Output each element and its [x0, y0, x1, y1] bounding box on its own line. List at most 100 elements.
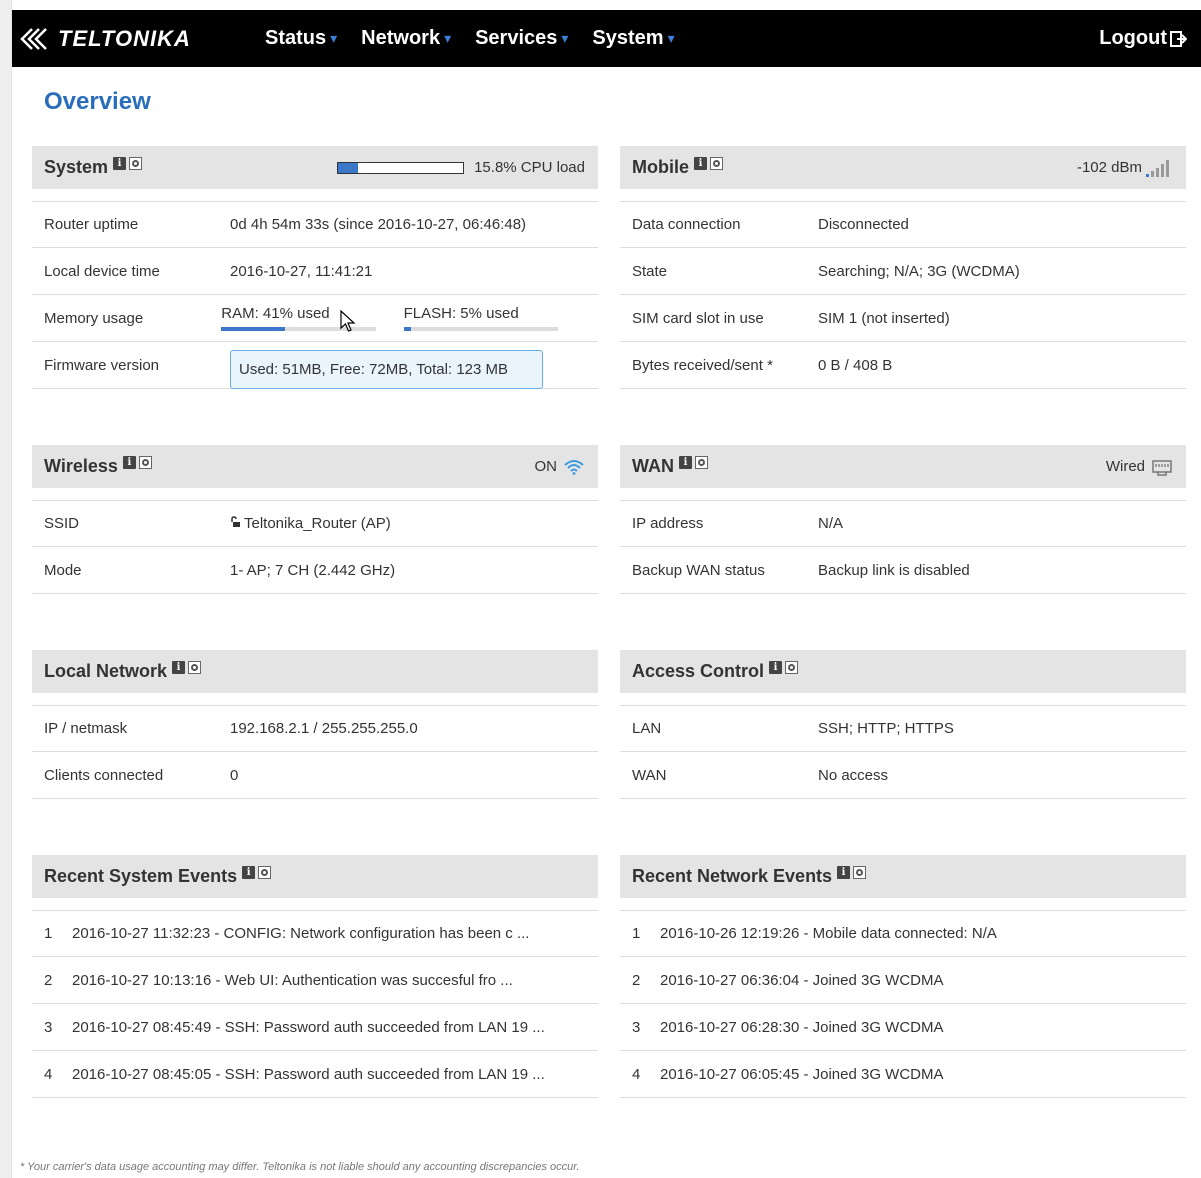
wireless-status-text: ON	[534, 458, 558, 475]
table-row: Bytes received/sent * 0 B / 408 B	[620, 342, 1186, 389]
network-events-panel-header: Recent Network Events i	[620, 855, 1186, 898]
wireless-status: ON	[535, 445, 586, 488]
chevron-down-icon: ▾	[444, 30, 452, 46]
info-icon[interactable]: i	[679, 456, 692, 469]
table-row: SSID Teltonika_Router (AP)	[32, 500, 598, 547]
system-panel-title: System	[44, 157, 109, 177]
row-label: WAN	[632, 766, 667, 784]
wireless-panel-header: Wireless i ON	[32, 445, 598, 488]
event-text: 2016-10-27 08:45:49 - SSH: Password auth…	[72, 1018, 545, 1036]
cpu-load-fill	[338, 162, 358, 173]
row-label: IP address	[632, 515, 704, 532]
brand-logo[interactable]: TELTONIKA	[20, 24, 191, 54]
list-item: 4 2016-10-27 06:05:45 - Joined 3G WCDMA	[620, 1051, 1186, 1098]
row-value: 2016-10-27, 11:41:21	[230, 262, 373, 280]
row-value: No access	[818, 766, 889, 784]
gear-icon[interactable]	[129, 157, 143, 170]
event-number: 4	[44, 1065, 53, 1083]
main-menu: Status ▾ Network ▾ Services ▾ System ▾	[265, 10, 699, 67]
memory-tooltip: Used: 51MB, Free: 72MB, Total: 123 MB	[230, 350, 543, 389]
table-row: IP / netmask 192.168.2.1 / 255.255.255.0	[32, 705, 598, 752]
info-icon[interactable]: i	[113, 157, 127, 170]
row-value: 192.168.2.1 / 255.255.255.0	[230, 720, 418, 737]
chevron-down-icon: ▾	[667, 30, 675, 46]
ssid-value: Teltonika_Router (AP)	[244, 515, 391, 532]
wan-status: Wired	[1106, 445, 1173, 488]
signal-strength-text: -102 dBm	[1076, 159, 1142, 176]
row-label: Clients connected	[44, 766, 164, 784]
nav-system-label: System	[592, 27, 664, 49]
event-text: 2016-10-27 06:36:04 - Joined 3G WCDMA	[660, 971, 944, 989]
nav-services[interactable]: Services ▾	[475, 10, 568, 67]
event-text: 2016-10-27 10:13:16 - Web UI: Authentica…	[72, 971, 513, 989]
row-label: Data connection	[632, 216, 741, 233]
nav-network-label: Network	[361, 27, 441, 49]
event-number: 3	[632, 1018, 641, 1036]
gear-icon[interactable]	[785, 661, 799, 674]
gear-icon[interactable]	[853, 866, 867, 879]
table-row: WAN No access	[620, 752, 1186, 799]
wan-panel-header: WAN i Wired	[620, 445, 1186, 488]
table-row: Memory usage RAM: 41% used FLASH: 5% use…	[32, 295, 598, 342]
gear-icon[interactable]	[138, 456, 152, 469]
info-icon[interactable]: i	[172, 661, 186, 674]
row-value: 1- AP; 7 CH (2.442 GHz)	[230, 561, 396, 579]
nav-status-label: Status	[265, 27, 327, 49]
row-label: Router uptime	[44, 216, 139, 233]
info-icon[interactable]: i	[122, 456, 136, 469]
gear-icon[interactable]	[695, 456, 708, 469]
row-value: 0d 4h 54m 33s (since 2016-10-27, 06:46:4…	[230, 216, 527, 233]
chevron-down-icon: ▾	[330, 30, 338, 46]
event-number: 2	[632, 971, 641, 989]
table-row: Router uptime 0d 4h 54m 33s (since 2016-1…	[32, 201, 598, 248]
wireless-panel-title: Wireless	[44, 456, 118, 476]
wan-panel-title: WAN	[632, 456, 674, 476]
network-events-panel-title: Recent Network Events	[632, 866, 833, 886]
event-number: 3	[44, 1018, 53, 1036]
list-item: 2 2016-10-27 10:13:16 - Web UI: Authentic…	[32, 957, 598, 1004]
wan-status-text: Wired	[1105, 458, 1145, 475]
ethernet-port-icon	[1152, 459, 1172, 476]
row-value: Disconnected	[818, 216, 909, 233]
gear-icon[interactable]	[710, 157, 723, 170]
table-row: Local device time 2016-10-27, 11:41:21	[32, 248, 598, 295]
list-item: 2 2016-10-27 06:36:04 - Joined 3G WCDMA	[620, 957, 1186, 1004]
nav-system[interactable]: System ▾	[592, 10, 674, 67]
access-control-panel: Access Control i LAN SSH; HTTP; HTTPS WAN…	[620, 650, 1186, 799]
gear-icon[interactable]	[258, 866, 272, 879]
row-label: LAN	[632, 720, 662, 737]
info-icon[interactable]: i	[242, 866, 256, 879]
teltonika-mark-icon	[20, 28, 47, 50]
row-label: SSID	[44, 515, 80, 532]
wifi-icon	[564, 459, 584, 475]
gear-icon[interactable]	[188, 661, 202, 674]
row-label: State	[632, 262, 668, 280]
system-events-panel-header: Recent System Events i	[32, 855, 598, 898]
info-icon[interactable]: i	[694, 157, 707, 170]
info-icon[interactable]: i	[837, 866, 851, 879]
local-network-panel-title: Local Network	[44, 661, 168, 681]
info-icon[interactable]: i	[769, 661, 783, 674]
row-label: Firmware version	[44, 356, 160, 374]
flash-usage-bar	[403, 327, 558, 331]
logout-button[interactable]: Logout	[1099, 10, 1187, 67]
nav-network[interactable]: Network ▾	[361, 10, 451, 67]
event-number: 4	[632, 1065, 641, 1083]
list-item: 3 2016-10-27 08:45:49 - SSH: Password aut…	[32, 1004, 598, 1051]
list-item: 3 2016-10-27 06:28:30 - Joined 3G WCDMA	[620, 1004, 1186, 1051]
flash-usage[interactable]: FLASH: 5% used	[403, 305, 558, 331]
page-title: Overview	[44, 88, 151, 115]
nav-status[interactable]: Status ▾	[265, 10, 337, 67]
row-label: Local device time	[44, 262, 160, 280]
event-text: 2016-10-27 11:32:23 - CONFIG: Network co…	[72, 925, 530, 942]
local-network-panel-header: Local Network i	[32, 650, 598, 693]
row-value: Backup link is disabled	[818, 561, 970, 579]
top-strip	[0, 0, 1201, 10]
event-text: 2016-10-27 08:45:05 - SSH: Password auth…	[72, 1065, 545, 1083]
table-row: SIM card slot in use SIM 1 (not inserted)	[620, 295, 1186, 342]
nav-services-label: Services	[475, 27, 558, 49]
table-row: Clients connected 0	[32, 752, 598, 799]
signal-indicator: -102 dBm	[1077, 146, 1173, 189]
table-row: LAN SSH; HTTP; HTTPS	[620, 705, 1186, 752]
cpu-load-text: 15.8% CPU load	[474, 159, 585, 176]
